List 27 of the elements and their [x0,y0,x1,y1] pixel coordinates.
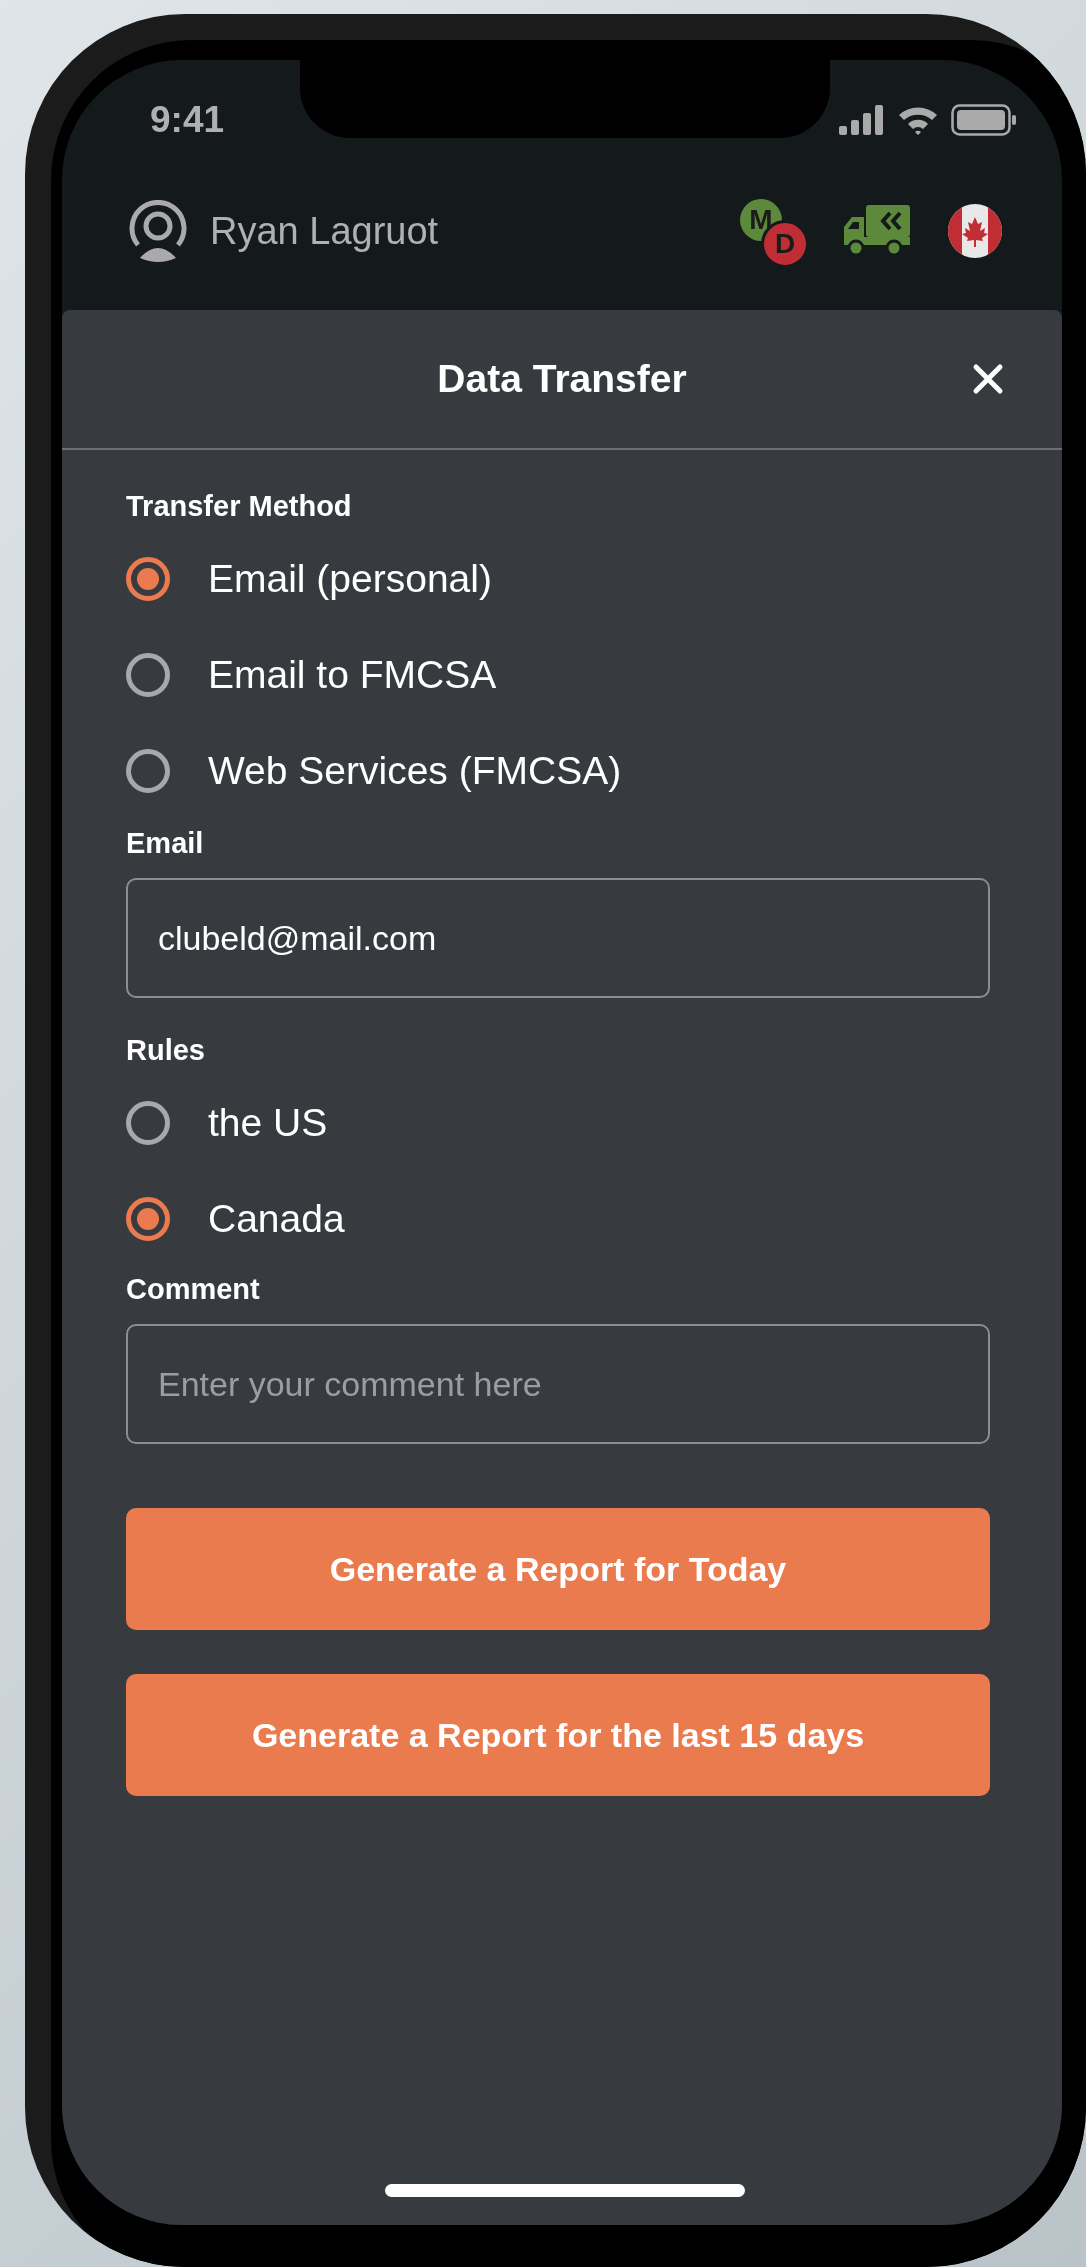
user-avatar-icon [128,200,188,262]
close-icon [972,363,1004,395]
comment-field[interactable]: Enter your comment here [126,1324,990,1444]
section-label: Email [126,827,205,860]
truck-icon[interactable] [842,205,910,257]
radio-button[interactable] [126,557,170,601]
radio-option[interactable]: Canada [126,1171,345,1267]
wifi-icon [897,105,939,135]
radio-button[interactable] [126,1197,170,1241]
radio-option[interactable]: Web Services (FMCSA) [126,723,622,819]
canada-flag-icon[interactable] [948,204,1002,258]
radio-button[interactable] [126,653,170,697]
radio-option[interactable]: Email to FMCSA [126,627,497,723]
section-label: Transfer Method [126,490,353,523]
status-time: 9:41 [150,99,225,141]
radio-option[interactable]: the US [126,1075,328,1171]
radio-button[interactable] [126,749,170,793]
signal-icon [839,105,885,135]
battery-icon [951,104,1017,136]
section-label: Comment [126,1273,261,1306]
radio-option[interactable]: Email (personal) [126,531,492,627]
radio-button[interactable] [126,1101,170,1145]
user-name: Ryan Lagruot [210,209,440,253]
dialog-title: Data Transfer [437,357,687,401]
email-field[interactable]: clubeld@mail.com [126,878,990,998]
close-button[interactable] [972,363,1004,395]
section-label: Rules [126,1034,206,1067]
